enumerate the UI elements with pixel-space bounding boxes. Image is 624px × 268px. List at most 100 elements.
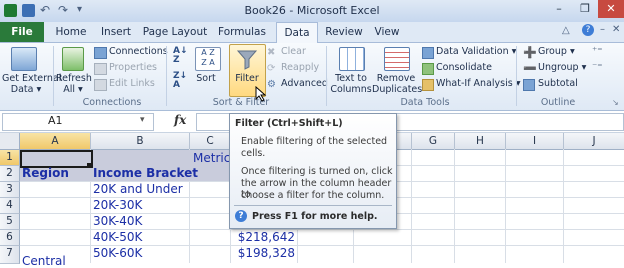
properties-button[interactable]: Properties	[109, 62, 157, 73]
clear-filter-icon: ✖	[267, 47, 276, 58]
help-icon: ?	[235, 210, 247, 222]
remove-duplicates-button[interactable]: Remove	[372, 73, 420, 84]
cell-b4[interactable]: 20K-30K	[93, 198, 142, 212]
hide-detail-icon[interactable]: ⁻⁼	[592, 62, 603, 73]
tab-review[interactable]: Review	[322, 22, 366, 42]
group-divider	[326, 46, 327, 106]
cell-b2[interactable]: Income Bracket	[93, 166, 198, 180]
column-header-a[interactable]: A	[20, 133, 91, 150]
cell-d7[interactable]: $198,328	[231, 246, 295, 260]
reapply-icon: ⟳	[267, 63, 276, 74]
row-header-2[interactable]: 2	[0, 166, 20, 182]
remove-duplicates-icon[interactable]	[384, 47, 410, 71]
clear-button[interactable]: Clear	[281, 46, 306, 57]
cell-b7[interactable]: 50K-60K	[93, 246, 142, 260]
column-header-c[interactable]: C	[190, 133, 231, 150]
refresh-all-button[interactable]: Refresh	[56, 73, 92, 84]
tab-data[interactable]: Data	[276, 22, 318, 44]
tab-insert[interactable]: Insert	[96, 22, 136, 42]
properties-icon	[94, 63, 107, 75]
cell-a7[interactable]: Central	[22, 254, 66, 268]
row-header-7[interactable]: 7	[0, 246, 20, 264]
column-header-j[interactable]: J	[564, 133, 624, 150]
tab-page-layout[interactable]: Page Layout	[142, 22, 208, 42]
window-minimize-icon[interactable]: –	[600, 24, 605, 35]
subtotal-button[interactable]: Subtotal	[538, 78, 578, 89]
column-header-b[interactable]: B	[91, 133, 190, 150]
reapply-button[interactable]: Reapply	[281, 62, 319, 73]
consolidate-button[interactable]: Consolidate	[436, 62, 492, 73]
sort-dialog-icon[interactable]: A ZZ A	[195, 47, 221, 71]
row-header-6[interactable]: 6	[0, 230, 20, 246]
tab-view[interactable]: View	[370, 22, 404, 42]
advanced-filter-icon: ⚙	[267, 79, 276, 90]
what-if-analysis-icon	[422, 79, 434, 91]
filter-label: Filter	[235, 73, 259, 84]
group-button[interactable]: Group ▾	[538, 46, 575, 57]
filter-funnel-icon	[236, 50, 258, 70]
minimize-ribbon-icon[interactable]: △	[562, 25, 570, 36]
data-validation-icon	[422, 47, 434, 59]
text-to-columns-button-line2[interactable]: Columns	[330, 84, 372, 95]
sort-filter-group-label: Sort & Filter	[212, 97, 270, 108]
edit-links-icon	[94, 79, 107, 91]
filter-tooltip: Filter (Ctrl+Shift+L) Enable filtering o…	[229, 113, 397, 229]
column-header-g[interactable]: G	[412, 133, 455, 150]
tooltip-help-text: Press F1 for more help.	[252, 211, 378, 222]
connections-button[interactable]: Connections	[109, 46, 168, 57]
row-header-4[interactable]: 4	[0, 198, 20, 214]
text-to-columns-icon[interactable]	[339, 47, 365, 71]
refresh-all-button-line2[interactable]: All ▾	[56, 84, 90, 95]
outline-dialog-launcher-icon[interactable]: ↘	[612, 98, 619, 107]
window-close-icon[interactable]: ✕	[612, 24, 620, 35]
what-if-analysis-button[interactable]: What-If Analysis ▾	[436, 78, 520, 89]
cell-b3[interactable]: 20K and Under	[93, 182, 183, 196]
ungroup-button[interactable]: Ungroup ▾	[538, 62, 586, 73]
close-button[interactable]: ✕	[598, 0, 624, 18]
row-header-3[interactable]: 3	[0, 182, 20, 198]
mouse-cursor-icon	[255, 86, 267, 102]
edit-links-button[interactable]: Edit Links	[109, 78, 155, 89]
get-external-data-button[interactable]: Get External	[2, 73, 61, 84]
cell-b5[interactable]: 30K-40K	[93, 214, 142, 228]
show-detail-icon[interactable]: ⁺⁼	[592, 46, 603, 57]
column-header-i[interactable]: I	[506, 133, 564, 150]
sort-z-to-a-icon[interactable]: Z↓ A	[173, 72, 187, 90]
row-header-1[interactable]: 1	[0, 150, 20, 166]
advanced-button[interactable]: Advanced	[281, 78, 328, 89]
subtotal-icon	[523, 79, 535, 91]
outline-group-label: Outline	[540, 97, 576, 108]
cell-d6[interactable]: $218,642	[231, 230, 295, 244]
group-icon: ➕	[523, 46, 537, 59]
tab-home[interactable]: Home	[52, 22, 90, 42]
minimize-button[interactable]: –	[546, 0, 572, 18]
tooltip-line: Once filtering is turned on, click	[241, 166, 393, 177]
tooltip-line: cells.	[241, 148, 266, 159]
cell-b6[interactable]: 40K-50K	[93, 230, 142, 244]
select-all-corner[interactable]	[0, 133, 20, 150]
get-external-data-button-line2[interactable]: Data ▾	[2, 84, 50, 95]
insert-function-button[interactable]: fx	[174, 113, 186, 127]
name-box[interactable]	[2, 113, 154, 131]
restore-button[interactable]: ❐	[572, 0, 598, 18]
fill-handle[interactable]	[87, 163, 91, 167]
text-to-columns-button[interactable]: Text to	[330, 73, 372, 84]
tooltip-line: choose a filter for the column.	[241, 190, 385, 201]
help-icon[interactable]: ?	[582, 24, 594, 36]
group-divider	[53, 46, 54, 106]
data-validation-button[interactable]: Data Validation ▾	[436, 46, 516, 57]
tooltip-title: Filter (Ctrl+Shift+L)	[235, 118, 343, 129]
refresh-all-icon[interactable]	[62, 47, 84, 71]
column-header-h[interactable]: H	[455, 133, 506, 150]
row-header-5[interactable]: 5	[0, 214, 20, 230]
tooltip-divider	[234, 205, 392, 206]
cell-a2[interactable]: Region	[22, 166, 69, 180]
group-divider	[516, 46, 517, 106]
remove-duplicates-button-line2[interactable]: Duplicates	[372, 84, 422, 95]
sort-button[interactable]: Sort	[190, 73, 222, 84]
get-external-data-icon[interactable]	[11, 47, 37, 71]
sort-a-to-z-icon[interactable]: A↓ Z	[173, 47, 188, 65]
name-box-dropdown-icon[interactable]: ▾	[140, 115, 145, 125]
tab-formulas[interactable]: Formulas	[215, 22, 269, 42]
tab-file[interactable]: File	[0, 22, 44, 42]
